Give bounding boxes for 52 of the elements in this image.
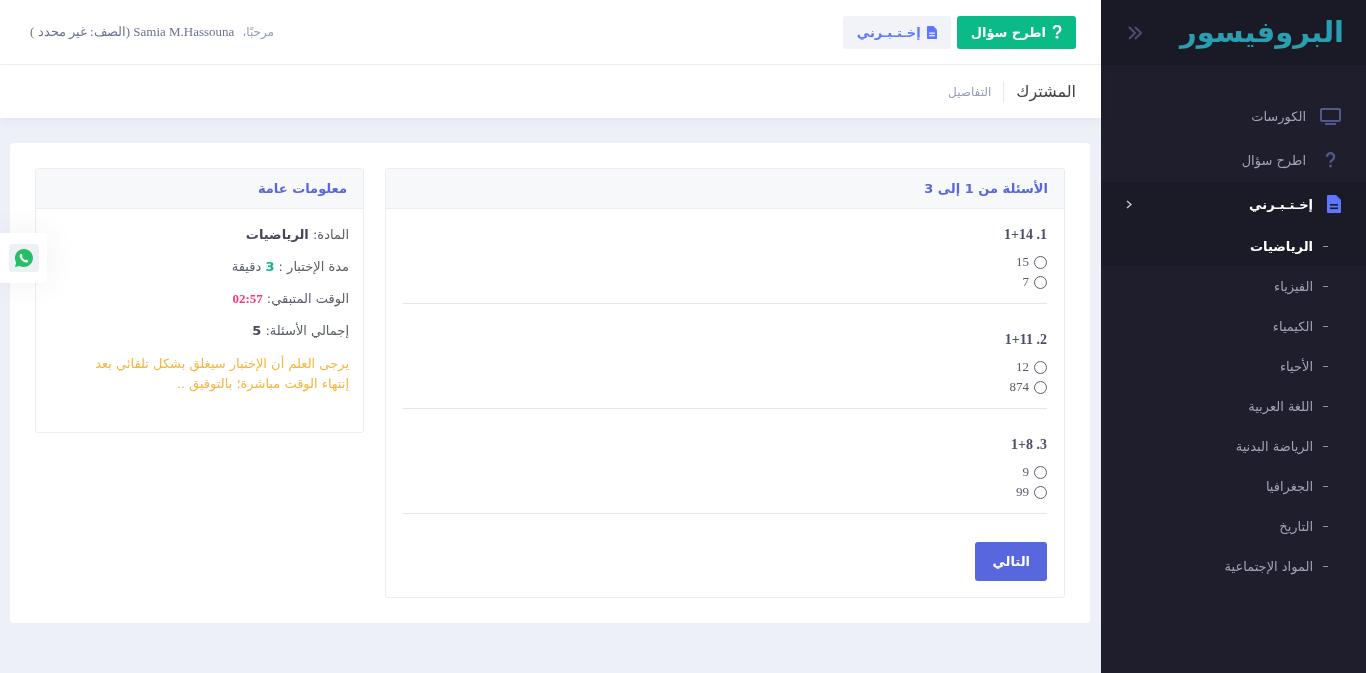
submenu-item[interactable]: اللغة العربية <box>1101 386 1366 426</box>
logo-text: البروفيسور <box>1180 18 1344 47</box>
user-name: Samia M.Hassouna (الصف: غير محدد ) <box>30 24 235 40</box>
submenu-item[interactable]: الرياضيات <box>1101 226 1366 266</box>
answer-option[interactable]: 15 <box>1016 252 1047 272</box>
menu-item[interactable]: اطرح سؤال <box>1101 138 1366 182</box>
question-title: 3. 1+8 <box>1010 437 1047 453</box>
answer-option[interactable]: 9 <box>1022 462 1047 482</box>
submenu-item[interactable]: الفيزياء <box>1101 266 1366 306</box>
dash-icon <box>1323 245 1328 247</box>
page-title: المشترك <box>1016 82 1076 101</box>
answer-option[interactable]: 12 <box>1016 357 1047 377</box>
submenu-item[interactable]: المواد الإجتماعية <box>1101 546 1366 586</box>
question-title: 2. 1+11 <box>1003 332 1047 348</box>
submenu-item[interactable]: الجغرافيا <box>1101 466 1366 506</box>
dash-icon <box>1323 525 1328 527</box>
dash-icon <box>1323 285 1328 287</box>
radio-button[interactable] <box>1034 275 1047 289</box>
dash-icon <box>1323 565 1328 567</box>
radio-button[interactable] <box>1034 255 1047 269</box>
panel-header: معلومات عامة <box>36 169 363 209</box>
answer-option[interactable]: 7 <box>1022 272 1047 292</box>
dash-icon <box>1323 405 1328 407</box>
menu-item[interactable]: إخـتـبـرني <box>1101 182 1366 226</box>
chat-phone-icon <box>8 244 39 272</box>
radio-button[interactable] <box>1034 380 1047 394</box>
info-line: المادة: الرياضيات <box>244 226 349 244</box>
panel-header: الأسئلة من 1 إلى 3 <box>386 169 1064 209</box>
monitor-icon <box>1320 107 1341 125</box>
dash-icon <box>1323 445 1328 447</box>
dash-icon <box>1323 365 1328 367</box>
radio-button[interactable] <box>1034 360 1047 374</box>
submenu-item[interactable]: التاريخ <box>1101 506 1366 546</box>
menu-item[interactable]: الكورسات <box>1101 94 1366 138</box>
dash-icon <box>1323 485 1328 487</box>
dash-icon <box>1323 325 1328 327</box>
document-icon <box>1327 195 1341 213</box>
submenu-item[interactable]: الكيمياء <box>1101 306 1366 346</box>
warning-note: يرجى العلم أن الإختبار سيغلق بشكل تلقائي بعد إنتهاء الوقت مباشرة؛ بالتوفيق .. <box>94 354 349 394</box>
radio-button[interactable] <box>1034 485 1047 499</box>
greeting-text: مرحبًا، <box>242 25 274 39</box>
submenu-item[interactable]: الرياضة البدنية <box>1101 426 1366 466</box>
question-mark-icon <box>1052 25 1062 39</box>
answer-option[interactable]: 99 <box>1016 482 1047 502</box>
double-chevron-icon <box>1127 25 1143 40</box>
submenu-item[interactable]: الأحياء <box>1101 346 1366 386</box>
document-icon <box>926 25 937 39</box>
answer-option[interactable]: 874 <box>1009 377 1047 397</box>
question-title: 1. 1+14 <box>1003 227 1047 243</box>
question-mark-icon <box>1325 152 1336 168</box>
next-button[interactable]: التالي <box>975 542 1047 581</box>
radio-button[interactable] <box>1034 465 1047 479</box>
